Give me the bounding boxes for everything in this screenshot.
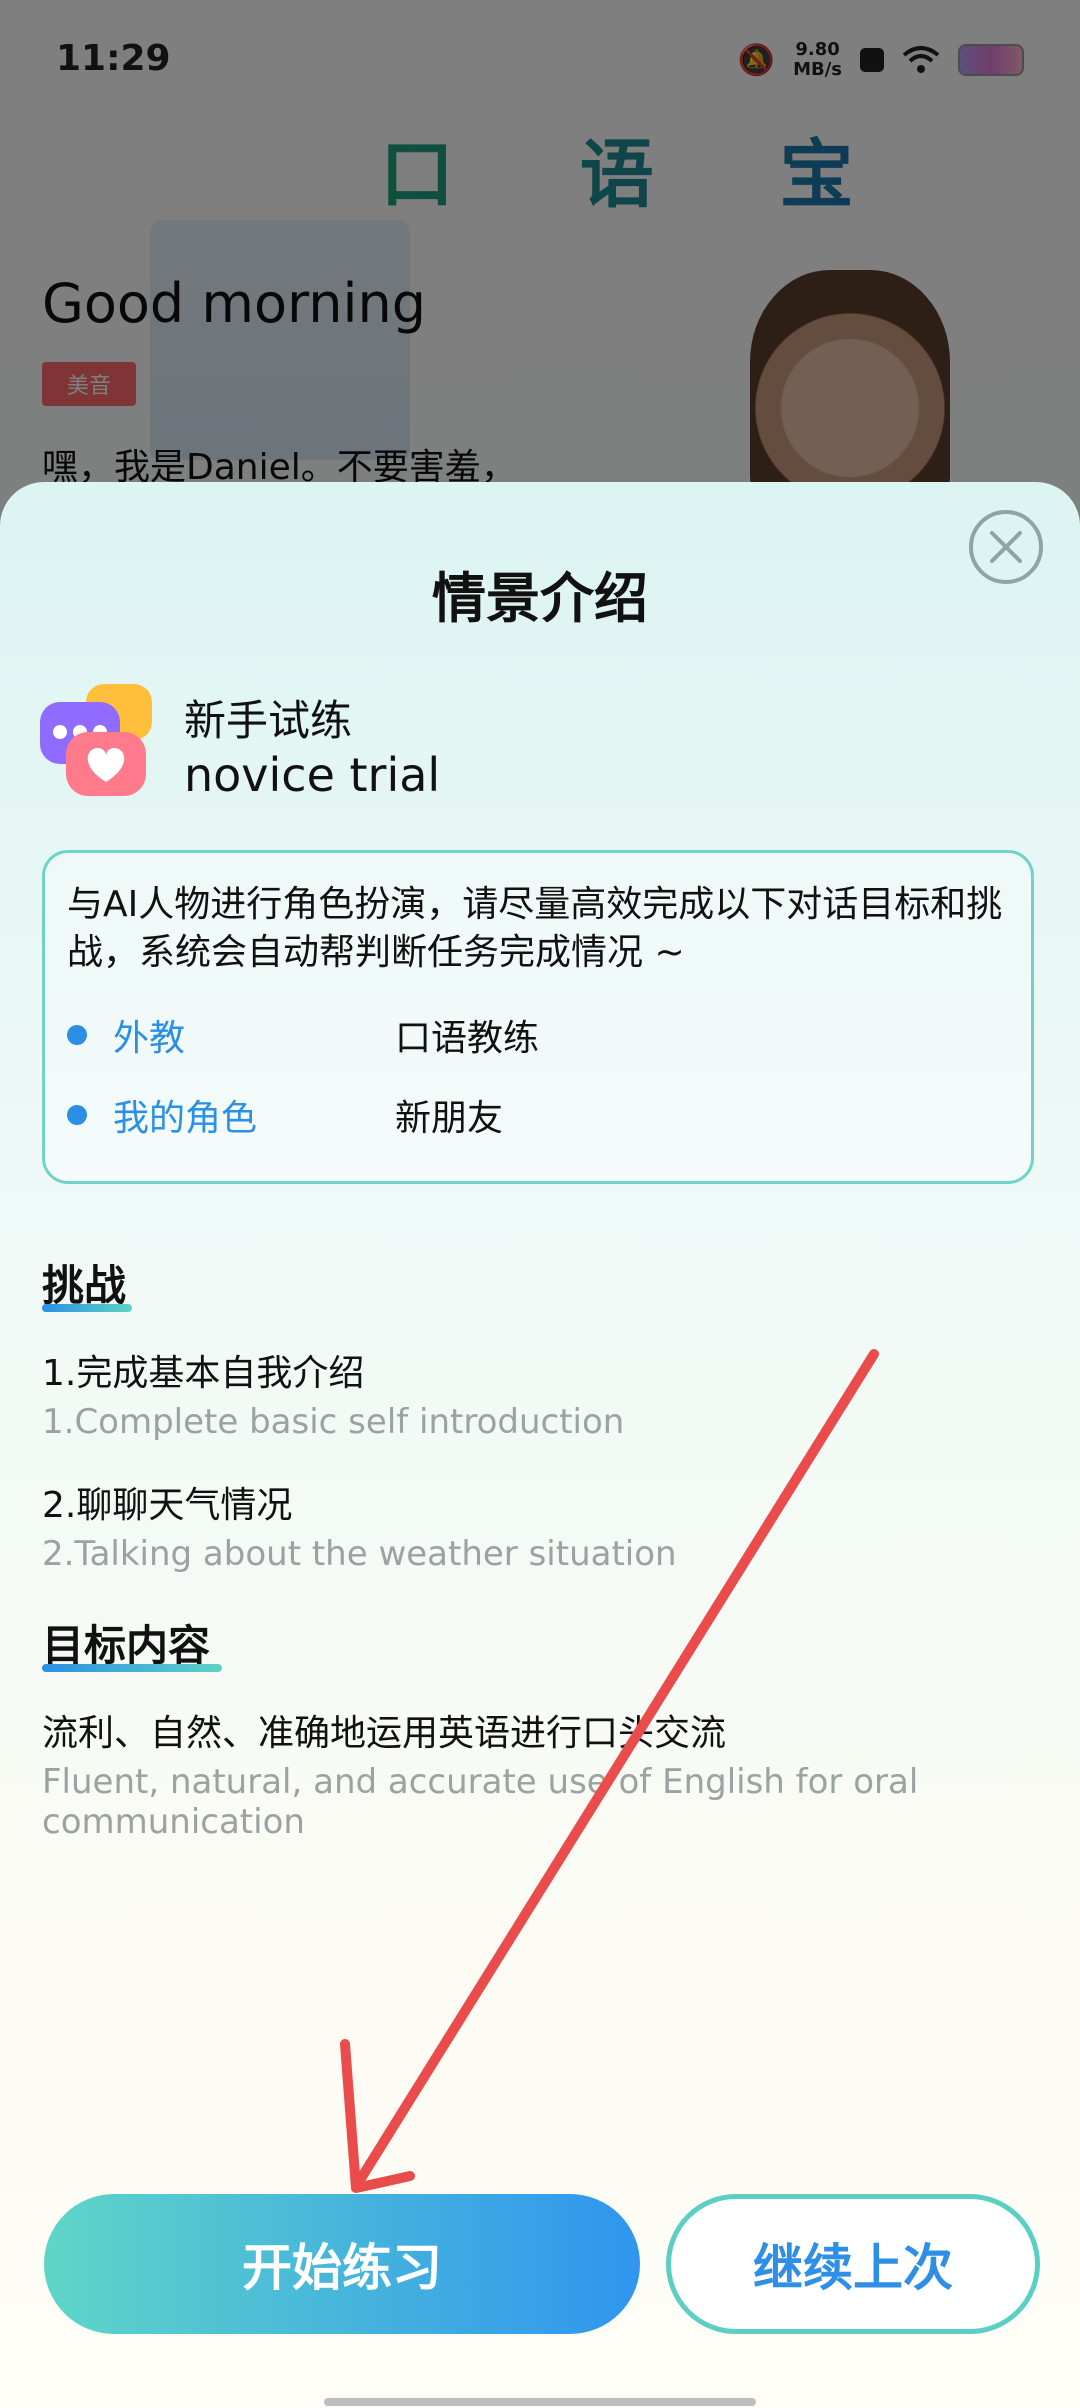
chat-bubbles-heart-icon: [40, 684, 152, 796]
start-practice-button[interactable]: 开始练习: [44, 2194, 640, 2334]
bullet-icon: [67, 1105, 87, 1125]
scene-info-box: 与AI人物进行角色扮演，请尽量高效完成以下对话目标和挑战，系统会自动帮判断任务完…: [42, 850, 1034, 1184]
challenge-item-en: 2.Talking about the weather situation: [42, 1534, 677, 1574]
role-value: 口语教练: [395, 1018, 540, 1059]
scene-name-cn: 新手试练: [184, 696, 353, 745]
challenge-item-cn: 1.完成基本自我介绍: [42, 1353, 365, 1394]
role-row-mine: 我的角色 新朋友: [67, 1089, 503, 1141]
scene-description: 与AI人物进行角色扮演，请尽量高效完成以下对话目标和挑战，系统会自动帮判断任务完…: [67, 884, 1003, 973]
goal-text-cn: 流利、自然、准确地运用英语进行口头交流: [42, 1713, 727, 1754]
bullet-icon: [67, 1025, 87, 1045]
challenge-underline: [42, 1304, 132, 1312]
goal-underline: [42, 1664, 222, 1672]
role-key: 外教: [113, 1018, 186, 1059]
continue-last-button[interactable]: 继续上次: [666, 2194, 1040, 2334]
role-value: 新朋友: [395, 1098, 504, 1139]
home-indicator[interactable]: [324, 2398, 756, 2406]
sheet-title: 情景介绍: [432, 567, 648, 630]
scene-name-en: novice trial: [184, 748, 441, 802]
role-key: 我的角色: [113, 1098, 258, 1139]
goal-text-en: Fluent, natural, and accurate use of Eng…: [42, 1762, 919, 1842]
scene-intro-sheet: 情景介绍 新手试练 novice trial 与AI人物进行角色扮演，请尽量高效…: [0, 482, 1080, 2408]
role-row-tutor: 外教 口语教练: [67, 1009, 539, 1061]
challenge-item-cn: 2.聊聊天气情况: [42, 1485, 293, 1526]
challenge-item-en: 1.Complete basic self introduction: [42, 1402, 625, 1442]
